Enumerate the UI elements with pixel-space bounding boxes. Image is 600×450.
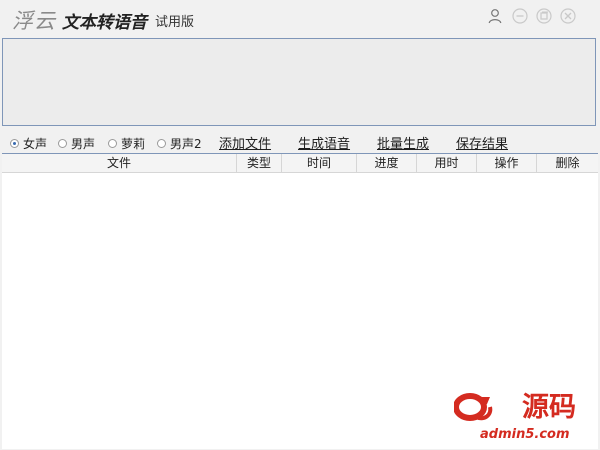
add-file-link[interactable]: 添加文件 bbox=[219, 133, 271, 152]
voice-radio-loli[interactable]: 萝莉 bbox=[108, 135, 145, 152]
text-input-area[interactable] bbox=[2, 38, 596, 126]
column-header-time[interactable]: 时间 bbox=[282, 154, 357, 172]
maximize-icon[interactable] bbox=[536, 8, 552, 24]
radio-indicator bbox=[157, 139, 166, 148]
radio-indicator bbox=[58, 139, 67, 148]
column-header-file[interactable]: 文件 bbox=[2, 154, 237, 172]
voice-label: 萝莉 bbox=[121, 137, 146, 151]
generate-speech-link[interactable]: 生成语音 bbox=[298, 133, 350, 152]
voice-label: 男声2 bbox=[170, 137, 202, 151]
table-header: 文件 类型 时间 进度 用时 操作 删除 bbox=[2, 154, 598, 173]
app-window: 浮云 文本转语音 试用版 女声 男声 萝莉 男声2 添加文件 生成语音 批量生成… bbox=[0, 0, 600, 450]
voice-radio-male2[interactable]: 男声2 bbox=[157, 135, 202, 152]
voice-label: 男声 bbox=[71, 137, 96, 151]
watermark-text: 源码 bbox=[522, 392, 576, 423]
voice-label: 女声 bbox=[23, 137, 48, 151]
a5-logo-icon bbox=[454, 393, 493, 421]
app-title: 文本转语音 bbox=[62, 13, 147, 33]
edition-label: 试用版 bbox=[155, 15, 195, 30]
watermark-url: admin5.com bbox=[480, 427, 570, 442]
radio-indicator bbox=[10, 139, 19, 148]
brand-logo-text: 浮云 bbox=[12, 9, 56, 33]
column-header-action[interactable]: 操作 bbox=[477, 154, 537, 172]
column-header-delete[interactable]: 删除 bbox=[537, 154, 598, 172]
radio-indicator bbox=[108, 139, 117, 148]
watermark-logo: 源码 admin5.com bbox=[452, 385, 598, 447]
batch-generate-link[interactable]: 批量生成 bbox=[377, 133, 429, 152]
user-icon[interactable] bbox=[487, 8, 503, 24]
close-icon[interactable] bbox=[560, 8, 576, 24]
column-header-duration[interactable]: 用时 bbox=[417, 154, 477, 172]
column-header-type[interactable]: 类型 bbox=[237, 154, 282, 172]
column-header-progress[interactable]: 进度 bbox=[357, 154, 417, 172]
voice-radio-male[interactable]: 男声 bbox=[58, 135, 95, 152]
title-bar: 浮云 文本转语音 试用版 bbox=[0, 0, 600, 36]
save-result-link[interactable]: 保存结果 bbox=[456, 133, 508, 152]
minimize-icon[interactable] bbox=[512, 8, 528, 24]
voice-radio-female[interactable]: 女声 bbox=[10, 135, 47, 152]
toolbar: 女声 男声 萝莉 男声2 添加文件 生成语音 批量生成 保存结果 bbox=[0, 131, 600, 153]
